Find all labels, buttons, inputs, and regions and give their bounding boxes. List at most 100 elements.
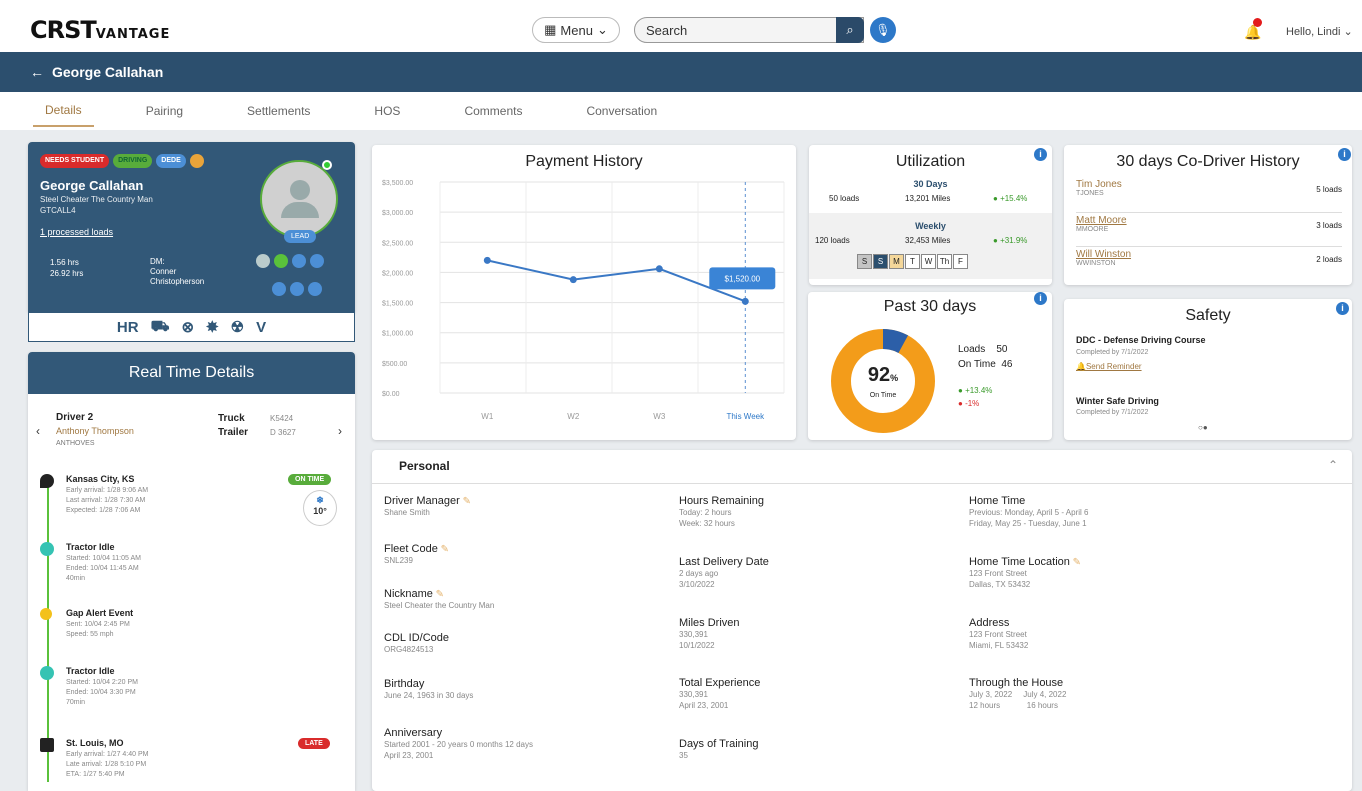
- chart-tooltip-label: $1,520.00: [725, 274, 761, 283]
- tab-pairing[interactable]: Pairing: [134, 96, 195, 126]
- calendar-icon[interactable]: [272, 282, 286, 296]
- payment-chart: $3,500.00 $3,000.00 $2,500.00 $2,000.00 $1,5…: [382, 180, 785, 421]
- y-tick-label: $1,000.00: [382, 331, 413, 338]
- user-menu[interactable]: Hello, Lindi ⌄: [1286, 25, 1353, 38]
- menu-button[interactable]: ▦ Menu ⌄: [532, 17, 620, 43]
- lead-badge: LEAD: [284, 230, 317, 243]
- person-icon: [189, 154, 204, 168]
- weekday-mon[interactable]: M: [889, 254, 904, 269]
- data-point[interactable]: [741, 297, 749, 305]
- tab-settlements[interactable]: Settlements: [235, 96, 322, 126]
- tab-hos[interactable]: HOS: [362, 96, 412, 126]
- loads-summary: Loads 50 On Time 46: [958, 344, 1013, 370]
- back-arrow-icon[interactable]: ←: [30, 64, 44, 80]
- edit-icon[interactable]: ✎: [433, 589, 444, 600]
- truck-icon[interactable]: [310, 254, 324, 268]
- tab-bar: Details Pairing Settlements HOS Comments…: [0, 92, 1362, 130]
- late-badge: LATE: [298, 738, 330, 749]
- truck-trailer-values: K5424 D 3627: [270, 414, 296, 437]
- endorsements-bar: HR ⛟ ⊗ ✸ ☢ V: [28, 312, 355, 342]
- safety-title: Safety: [1185, 307, 1231, 324]
- list-item[interactable]: Will Winston WWINSTON 2 loads: [1076, 247, 1342, 281]
- search-button[interactable]: ⌕: [836, 17, 864, 43]
- info-icon[interactable]: i: [1034, 148, 1047, 161]
- chevron-down-icon: ⌄: [596, 22, 608, 37]
- page-title: George Callahan: [52, 64, 164, 80]
- driver2-name[interactable]: Anthony Thompson: [56, 426, 134, 436]
- edit-icon[interactable]: ✎: [438, 544, 449, 555]
- endorsement-v: V: [256, 318, 267, 336]
- notification-bell-icon[interactable]: 🔔: [1244, 18, 1262, 41]
- personal-field: Days of Training 35: [679, 738, 759, 760]
- status-badge: DEDE: [156, 154, 186, 168]
- microphone-button[interactable]: 🎙: [870, 17, 896, 43]
- search-input[interactable]: Search: [634, 17, 864, 43]
- pagination-dots[interactable]: ○●: [1198, 423, 1208, 432]
- edit-icon[interactable]: ✎: [1070, 557, 1081, 568]
- personal-header[interactable]: Personal ⌃: [372, 450, 1352, 484]
- timeline-line: [47, 482, 49, 782]
- course2-title: Winter Safe Driving: [1076, 396, 1159, 406]
- y-tick-label: $0.00: [382, 391, 400, 398]
- on-time-badge: ON TIME: [288, 474, 332, 485]
- chevron-left-icon[interactable]: ‹: [36, 424, 40, 438]
- chevron-right-icon[interactable]: ›: [338, 424, 342, 438]
- tanker-icon: ⛟: [150, 317, 170, 335]
- data-point[interactable]: [483, 256, 491, 264]
- codriver-list: Tim Jones TJONES 5 loads Matt Moore MMOORE 3…: [1076, 179, 1342, 281]
- weekday-thu[interactable]: Th: [937, 254, 952, 269]
- utilization-title: Utilization: [895, 153, 966, 170]
- personal-field: Fleet Code ✎ SNL239: [384, 543, 449, 565]
- tab-details[interactable]: Details: [33, 95, 94, 127]
- search-icon: ⌕: [846, 22, 854, 37]
- wk-label: Weekly: [915, 221, 946, 231]
- driver-name: George Callahan: [40, 178, 144, 193]
- processed-loads-link[interactable]: 1 processed loads: [40, 227, 113, 237]
- tab-conversation[interactable]: Conversation: [574, 96, 669, 126]
- y-tick-label: $2,000.00: [382, 270, 413, 277]
- info-icon[interactable]: i: [1338, 148, 1351, 161]
- info-icon[interactable]: i: [1336, 302, 1349, 315]
- tab-comments[interactable]: Comments: [452, 96, 534, 126]
- d30-label: 30 Days: [913, 179, 948, 189]
- clock-icon[interactable]: [290, 282, 304, 296]
- info-icon[interactable]: i: [1034, 292, 1047, 305]
- personal-field: CDL ID/Code ORG4824513: [384, 632, 450, 654]
- course-completed: Completed by 7/1/2022: [1076, 349, 1149, 356]
- weekday-selector: S S M T W Th F: [857, 254, 969, 269]
- send-reminder-link[interactable]: 🔔Send Reminder: [1076, 362, 1142, 371]
- codriver-title: 30 days Co-Driver History: [1116, 153, 1300, 170]
- x-tick-label: W2: [567, 412, 580, 421]
- mail-icon[interactable]: [256, 254, 270, 268]
- temperature-badge: ❄ 10°: [303, 490, 337, 526]
- checkered-flag-icon: [40, 738, 54, 752]
- weekday-sat[interactable]: S: [873, 254, 888, 269]
- d30-miles: 13,201 Miles: [905, 194, 951, 203]
- driver-nickname: Steel Cheater The Country Man GTCALL4: [40, 195, 153, 215]
- y-tick-label: $3,000.00: [382, 210, 413, 217]
- message-icon[interactable]: [308, 282, 322, 296]
- wk-change: ● +31.9%: [993, 236, 1028, 245]
- safety-card: Safety i DDC - Defense Driving Course Co…: [1064, 299, 1352, 440]
- data-point[interactable]: [569, 276, 577, 284]
- list-item[interactable]: Tim Jones TJONES 5 loads: [1076, 179, 1342, 213]
- endorsement-hr: HR: [116, 318, 139, 336]
- driver-header: ← George Callahan: [0, 52, 1362, 92]
- weekday-fri[interactable]: F: [953, 254, 968, 269]
- personal-field: Total Experience 330,391 April 23, 2001: [679, 677, 761, 710]
- weekday-tue[interactable]: T: [905, 254, 920, 269]
- course-title: DDC - Defense Driving Course: [1076, 335, 1206, 345]
- chat-icon[interactable]: [292, 254, 306, 268]
- y-tick-label: $2,500.00: [382, 240, 413, 247]
- crst-logo[interactable]: CRSTVANTAGE: [30, 16, 170, 44]
- edit-icon[interactable]: ✎: [460, 496, 471, 507]
- y-tick-label: $1,500.00: [382, 301, 413, 308]
- driver2-code: ANTHOVES: [56, 440, 95, 447]
- weekday-wed[interactable]: W: [921, 254, 936, 269]
- real-time-details: Real Time Details ‹ › Driver 2 Anthony T…: [28, 352, 355, 791]
- weekday-sun[interactable]: S: [857, 254, 872, 269]
- list-item[interactable]: Matt Moore MMOORE 3 loads: [1076, 213, 1342, 247]
- snowflake-icon: ❄: [316, 495, 324, 505]
- data-point[interactable]: [655, 265, 663, 273]
- phone-icon[interactable]: [274, 254, 288, 268]
